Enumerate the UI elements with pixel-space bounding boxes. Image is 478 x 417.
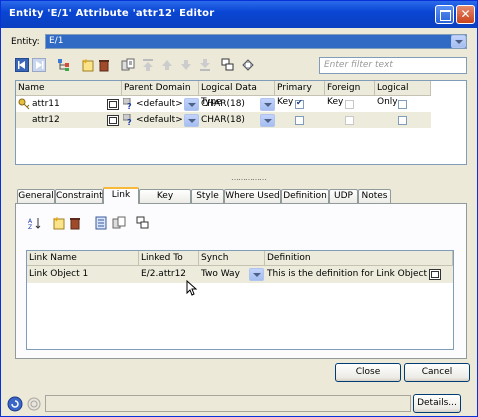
tab-area: General Constraint Link Key Groups Style… [15, 187, 467, 359]
editor-window: Entity 'E/1' Attribute 'attr12' Editor ✕… [0, 0, 478, 417]
parent-domain-value: <default> [136, 115, 183, 125]
delete-icon[interactable] [68, 216, 82, 230]
tab-notes[interactable]: Notes [358, 189, 391, 203]
foreign-key-checkbox[interactable] [345, 100, 354, 109]
new-icon[interactable] [52, 216, 66, 230]
column-header-name[interactable]: Name [16, 81, 122, 96]
filter-input[interactable]: Enter filter text [319, 57, 467, 74]
sort-icon[interactable] [221, 58, 235, 72]
attribute-grid: Name Parent Domain Logical Data Type Pri… [15, 80, 467, 165]
primary-key-checkbox[interactable] [295, 116, 304, 125]
close-window-button[interactable]: ✕ [456, 5, 475, 24]
tab-definition[interactable]: Definition [281, 189, 329, 203]
tab-style[interactable]: Style [191, 189, 224, 203]
column-header-synch-direction[interactable]: Synch Direction [199, 251, 265, 277]
filter-placeholder: Enter filter text [324, 60, 393, 70]
attribute-editor-icon[interactable] [107, 99, 119, 110]
close-icon: ✕ [460, 7, 471, 21]
data-type-value: CHAR(18) [201, 99, 245, 109]
entity-select[interactable]: E/1 [45, 34, 467, 49]
chevron-down-icon[interactable] [184, 98, 199, 111]
question-icon: ? [127, 118, 132, 127]
link-name-value: Link Object 1 [29, 269, 89, 279]
column-header-foreign-key[interactable]: Foreign Key [325, 81, 375, 107]
previous-icon[interactable] [32, 58, 46, 72]
move-up-icon[interactable] [160, 58, 174, 72]
column-header-logical-data-type[interactable]: Logical Data Type [199, 81, 275, 107]
properties-icon[interactable] [94, 216, 108, 230]
first-icon[interactable] [15, 58, 29, 72]
tree-icon[interactable] [57, 58, 71, 72]
window-title: Entity 'E/1' Attribute 'attr12' Editor [9, 8, 215, 19]
key-icon [18, 98, 30, 110]
delete-icon[interactable] [97, 58, 111, 72]
properties-icon[interactable] [121, 58, 135, 72]
tab-where-used[interactable]: Where Used [224, 189, 281, 203]
entity-label: Entity: [11, 37, 40, 47]
link-tab-panel: AZ Link Name Linked To Synch Direction [15, 203, 467, 359]
column-header-definition[interactable]: Definition [265, 251, 453, 266]
linked-to-value: E/2.attr12 [141, 269, 187, 279]
logical-only-checkbox[interactable] [398, 100, 407, 109]
definition-editor-icon[interactable] [429, 269, 441, 280]
definition-value: This is the definition for Link Object 1 [267, 269, 436, 279]
table-row[interactable]: attr12 ? <default> CHAR(18) [16, 112, 431, 128]
foreign-key-checkbox[interactable] [345, 116, 354, 125]
attribute-name: attr12 [32, 115, 60, 125]
move-bottom-icon[interactable] [198, 58, 212, 72]
tab-general[interactable]: General [17, 189, 55, 203]
table-row[interactable]: Link Object 1 E/2.attr12 Two Way This is… [27, 266, 453, 283]
maximize-icon [440, 10, 451, 21]
chevron-down-icon[interactable] [260, 98, 275, 111]
synch-direction-value: Two Way [201, 269, 240, 279]
help-icon[interactable] [7, 396, 23, 412]
chevron-down-icon[interactable] [451, 35, 466, 48]
tab-link[interactable]: Link [103, 187, 139, 204]
chevron-down-icon[interactable] [249, 268, 264, 281]
logical-only-checkbox[interactable] [398, 116, 407, 125]
attribute-editor-icon[interactable] [107, 115, 119, 126]
move-top-icon[interactable] [141, 58, 155, 72]
mouse-cursor-icon [186, 280, 198, 296]
attribute-name: attr11 [32, 99, 60, 109]
tab-udp[interactable]: UDP [329, 189, 358, 203]
move-down-icon[interactable] [179, 58, 193, 72]
new-icon[interactable] [81, 58, 95, 72]
parent-domain-value: <default> [136, 99, 183, 109]
splitter-handle[interactable]: …………… [231, 173, 267, 182]
view-icon[interactable] [241, 58, 255, 72]
close-button[interactable]: Close [335, 363, 401, 382]
properties-icon[interactable] [112, 216, 126, 230]
data-type-value: CHAR(18) [201, 115, 245, 125]
status-message-field [45, 395, 411, 412]
entity-value: E/1 [49, 36, 64, 46]
cancel-button[interactable]: Cancel [404, 363, 470, 382]
maximize-button[interactable] [435, 5, 454, 24]
status-bar: Details... [5, 394, 473, 414]
column-header-linked-to[interactable]: Linked To [139, 251, 199, 266]
sort-az-icon[interactable]: AZ [28, 216, 42, 231]
chevron-down-icon[interactable] [260, 114, 275, 127]
tab-key-groups[interactable]: Key Groups [139, 189, 191, 214]
tab-constraint[interactable]: Constraint [55, 189, 103, 203]
column-header-link-name[interactable]: Link Name [27, 251, 139, 266]
info-icon[interactable] [27, 397, 41, 411]
details-button[interactable]: Details... [413, 394, 461, 413]
svg-text:Z: Z [28, 224, 32, 230]
column-header-primary-key[interactable]: Primary Key [275, 81, 325, 107]
chevron-down-icon[interactable] [184, 114, 199, 127]
primary-key-checkbox[interactable] [295, 98, 304, 109]
title-bar: Entity 'E/1' Attribute 'attr12' Editor ✕ [1, 1, 477, 28]
link-grid: Link Name Linked To Synch Direction Defi… [26, 250, 454, 350]
column-header-logical-only[interactable]: Logical Only [375, 81, 431, 107]
sort-icon[interactable] [136, 216, 150, 230]
table-row[interactable]: attr11 ? <default> CHAR(18) [16, 96, 466, 112]
column-header-parent-domain[interactable]: Parent Domain [122, 81, 199, 96]
